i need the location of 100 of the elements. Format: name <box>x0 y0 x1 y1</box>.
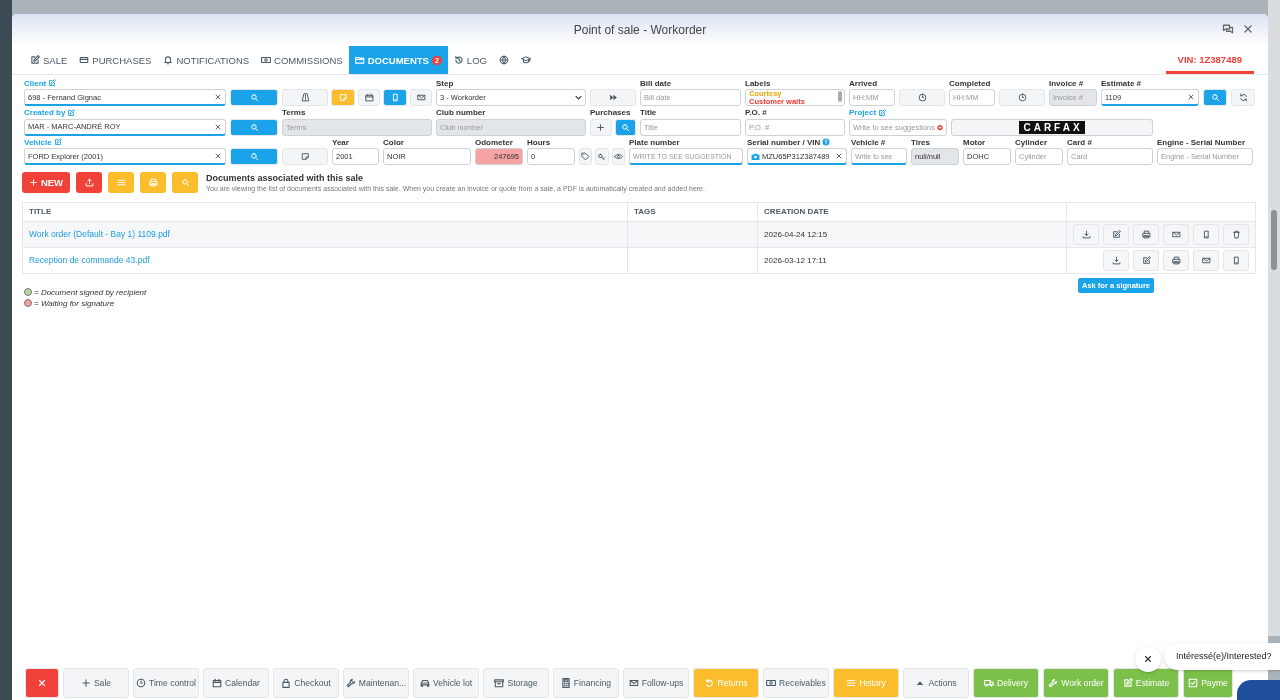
trash-button[interactable] <box>1223 223 1249 245</box>
tab[interactable]: NOTIFICATIONS <box>157 46 256 74</box>
action-button[interactable]: Receivables <box>763 668 829 698</box>
field-label: Invoice # <box>1049 78 1084 88</box>
close-icon <box>1143 654 1153 664</box>
refresh-icon <box>1238 93 1248 102</box>
note-icon <box>338 93 348 102</box>
tab[interactable]: PURCHASES <box>73 46 158 74</box>
action-button[interactable]: Calendar <box>203 668 269 698</box>
action-button[interactable]: Financing <box>553 668 619 698</box>
download-button[interactable] <box>1103 249 1129 271</box>
chat-prompt[interactable]: Intéressé(e)/Interested? <box>1164 643 1280 670</box>
close-button[interactable] <box>25 668 59 698</box>
phone-button[interactable] <box>1193 223 1219 245</box>
eye-button[interactable] <box>611 148 625 165</box>
action-button[interactable]: Actions <box>903 668 969 698</box>
field-label: Tires <box>911 137 930 147</box>
clock-button[interactable] <box>999 89 1045 106</box>
section-heading: Documents associated with this sale <box>206 173 365 183</box>
undo-icon <box>704 678 715 688</box>
tab[interactable]: LOG <box>447 46 493 74</box>
action-button[interactable]: Sale <box>63 668 129 698</box>
road-button[interactable] <box>282 89 328 106</box>
clock-icon <box>917 93 927 102</box>
field-label: Engine - Serial Number <box>1157 137 1246 147</box>
tab[interactable]: COMMISSIONS <box>255 46 349 74</box>
edit-button[interactable] <box>1133 249 1159 271</box>
tag-button[interactable] <box>579 148 593 165</box>
edit-button[interactable] <box>1103 223 1129 245</box>
tag-icon <box>581 152 591 161</box>
field-label: Cylinder <box>1015 137 1047 147</box>
phone-icon <box>1231 255 1241 265</box>
field-label: Motor <box>963 137 986 147</box>
table-cell: 2026-03-12 17:11 <box>764 255 827 265</box>
envelope-button[interactable] <box>1163 223 1189 245</box>
refresh-button[interactable] <box>1231 89 1255 106</box>
edit-icon <box>67 108 76 117</box>
column-header: TITLE <box>22 202 628 221</box>
printer-button[interactable] <box>1133 223 1159 245</box>
search-button[interactable] <box>230 118 278 136</box>
edit-icon <box>1141 255 1151 265</box>
table-cell: 2026-04-24 12:15 <box>764 229 828 239</box>
envelope-icon <box>416 93 426 102</box>
key-button[interactable] <box>595 148 609 165</box>
action-button[interactable]: Vehicle lot <box>413 668 479 698</box>
field-label: Year <box>332 137 349 147</box>
plus-button[interactable] <box>590 118 612 136</box>
field-label: Client <box>24 78 47 88</box>
printer-button[interactable] <box>1163 249 1189 271</box>
key-icon <box>597 152 607 161</box>
field-label: P.O. # <box>745 108 767 117</box>
envelope-button[interactable] <box>1193 249 1219 271</box>
search-button[interactable] <box>230 148 278 165</box>
globe-icon <box>498 55 509 65</box>
lock-icon <box>281 678 292 688</box>
scrollbar-thumb[interactable] <box>838 91 842 102</box>
vin-label: VIN: 1Z387489 <box>1165 48 1254 74</box>
field-label: Plate number <box>629 137 680 147</box>
action-button[interactable]: Follow-ups <box>623 668 689 698</box>
phone-button[interactable] <box>1223 249 1249 271</box>
search-icon <box>620 122 630 132</box>
field-label: Estimate # <box>1101 78 1142 88</box>
bell-icon <box>163 55 174 65</box>
banknote-icon <box>261 55 272 65</box>
search-button[interactable] <box>1203 89 1227 106</box>
tab[interactable]: SALE <box>24 46 74 74</box>
calendar-button[interactable] <box>358 89 380 106</box>
scrollbar-thumb[interactable] <box>1271 210 1277 270</box>
carfax-logo: CARFAX <box>1019 120 1085 134</box>
fast-forward-icon <box>608 93 618 102</box>
note-button[interactable] <box>282 148 328 165</box>
clock-button[interactable] <box>899 89 945 106</box>
clock-icon <box>136 678 146 688</box>
search-button[interactable] <box>614 118 636 136</box>
envelope-button[interactable] <box>410 89 432 106</box>
upload-button[interactable] <box>76 172 102 193</box>
eye-icon <box>613 152 623 161</box>
search-button[interactable] <box>230 89 278 106</box>
download-icon <box>1081 229 1091 239</box>
field-label: Bill date <box>640 78 672 88</box>
list-icon <box>846 678 857 688</box>
fast-forward-button[interactable] <box>590 89 636 106</box>
list-icon <box>116 178 126 187</box>
phone-button[interactable] <box>383 89 407 106</box>
action-button[interactable]: Time control <box>133 668 199 698</box>
action-button[interactable]: Storage <box>483 668 549 698</box>
field-label: Terms <box>282 108 306 117</box>
scrollbar[interactable] <box>1268 0 1280 636</box>
field-label: Project <box>849 108 877 117</box>
download-button[interactable] <box>1073 223 1099 245</box>
search-icon <box>1210 93 1220 102</box>
edit-icon <box>53 138 62 146</box>
edit-icon <box>48 79 57 87</box>
action-button[interactable]: Checkout <box>273 668 339 698</box>
action-button[interactable]: Maintenan... <box>343 668 409 698</box>
printer-icon <box>1141 229 1151 239</box>
column-header: TAGS <box>627 202 758 221</box>
field-label: Vehicle <box>24 137 52 147</box>
checkbox-icon <box>1188 678 1199 688</box>
new-button[interactable]: NEW <box>22 172 70 193</box>
